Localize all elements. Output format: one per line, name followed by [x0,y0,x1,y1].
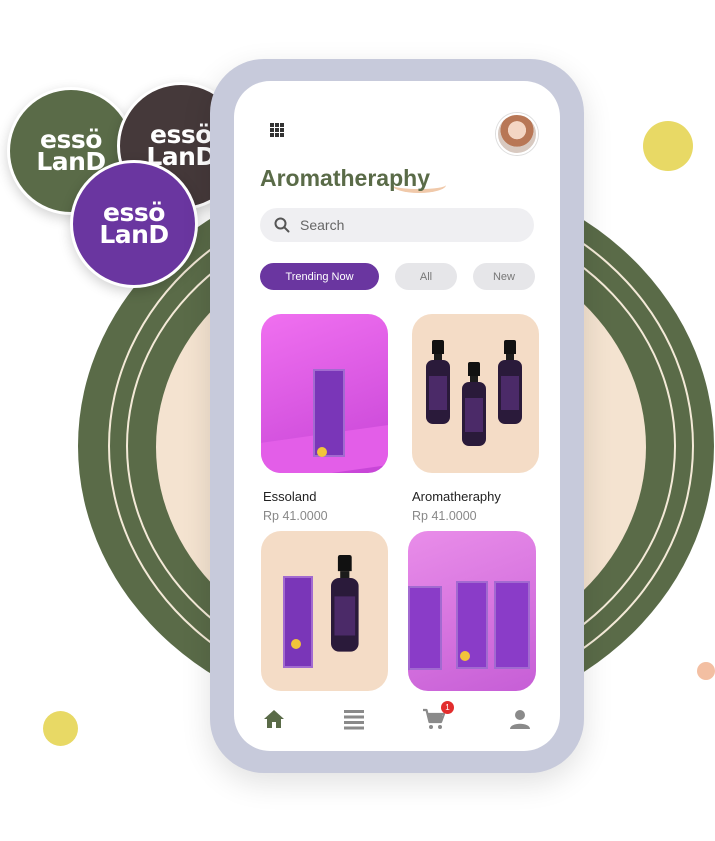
product-sticker [291,639,301,649]
phone-frame: Aromatheraphy Trending Now All New Essol… [210,59,584,773]
product-name: Aromatheraphy [412,489,501,504]
product-box [283,576,313,668]
tab-trending-now[interactable]: Trending Now [260,263,379,290]
decor-dot [643,121,693,171]
product-price: Rp 41.0000 [263,509,328,523]
list-icon[interactable] [342,707,366,731]
product-box [408,586,442,670]
product-sticker [460,651,470,661]
product-image[interactable] [261,314,388,473]
brand-logo: essö LanD [99,198,169,249]
product-box [313,369,345,457]
brand-logo: essö LanD [146,120,216,171]
tab-all[interactable]: All [395,263,457,290]
decor-dot [697,662,715,680]
brand-logo: essö LanD [36,125,106,176]
search-icon [274,217,290,233]
grid-menu-icon[interactable] [270,123,284,137]
search-bar[interactable] [260,208,534,242]
decor-dot [43,711,78,746]
product-name: Essoland [263,489,317,504]
app-screen: Aromatheraphy Trending Now All New Essol… [234,81,560,751]
bottle [426,340,450,426]
product-price: Rp 41.0000 [412,509,477,523]
tab-new[interactable]: New [473,263,535,290]
product-image[interactable] [261,531,388,691]
home-icon[interactable] [262,707,286,731]
page-title: Aromatheraphy [260,165,430,191]
product-image[interactable] [408,531,536,691]
search-input[interactable] [298,216,522,234]
product-sticker [317,447,327,457]
product-box [494,581,530,669]
bottle [331,555,366,682]
logo-badge-purple: essö LanD [70,160,198,288]
bottle [498,340,522,426]
profile-icon[interactable] [508,707,532,731]
cart-count-badge: 1 [441,701,454,714]
avatar[interactable] [496,113,538,155]
bottle [462,362,486,448]
product-image[interactable] [412,314,539,473]
